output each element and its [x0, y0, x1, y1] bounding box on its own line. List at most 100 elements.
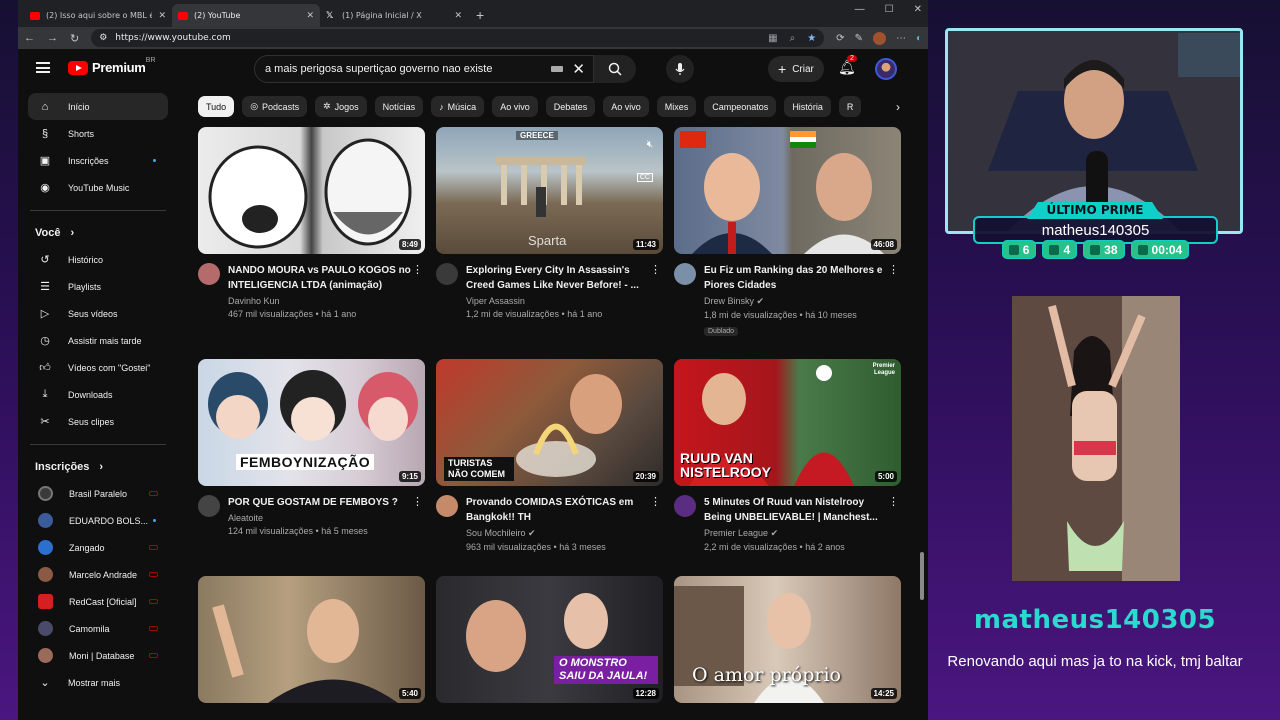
video-thumbnail[interactable]: 8:49	[198, 127, 425, 254]
chip[interactable]: ✲ Jogos	[315, 96, 367, 117]
back-icon[interactable]: ←	[24, 32, 35, 44]
sidebar-item-clips[interactable]: ✂ Seus clipes	[28, 408, 168, 435]
clear-search-icon[interactable]: ✕	[572, 60, 585, 78]
sidebar-channel[interactable]: Zangado	[28, 534, 168, 561]
video-card[interactable]: GREECE Sparta 🔇︎ CC 11:43 Exploring Ever…	[436, 127, 663, 319]
forward-icon[interactable]: →	[47, 32, 58, 44]
video-card[interactable]: O MONSTRO SAIU DA JAULA! 12:28	[436, 576, 663, 703]
video-thumbnail[interactable]: 46:08	[674, 127, 901, 254]
more-options-icon[interactable]: ⋮	[888, 263, 899, 276]
channel-name[interactable]: Drew Binsky ✔	[704, 296, 889, 307]
sidebar-item-home[interactable]: ⌂ Início	[28, 93, 168, 120]
video-card[interactable]: 46:08 Eu Fiz um Ranking das 20 Melhores …	[674, 127, 901, 338]
video-thumbnail[interactable]: TURISTAS NÃO COMEM 20:39	[436, 359, 663, 486]
video-card[interactable]: RUUD VAN NISTELROOY Premier League 5:00 …	[674, 359, 901, 552]
chevron-right-icon[interactable]: ›	[888, 96, 908, 117]
more-options-icon[interactable]: ⋮	[650, 263, 661, 276]
sidebar-item-music[interactable]: ◉ YouTube Music	[28, 174, 168, 201]
sidebar-item-downloads[interactable]: ⤓ Downloads	[28, 381, 168, 408]
video-thumbnail[interactable]: O MONSTRO SAIU DA JAULA! 12:28	[436, 576, 663, 703]
chip[interactable]: História	[784, 96, 831, 117]
sidebar-item-watch-later[interactable]: ◷ Assistir mais tarde	[28, 327, 168, 354]
chip[interactable]: Tudo	[198, 96, 235, 117]
sidebar-channel[interactable]: Moni | Database	[28, 642, 168, 669]
video-title[interactable]: POR QUE GOSTAM DE FEMBOYS ?	[228, 495, 413, 510]
sidebar-item-shorts[interactable]: § Shorts	[28, 120, 168, 147]
video-card[interactable]: O amor próprio 14:25	[674, 576, 901, 703]
video-thumbnail[interactable]: O amor próprio 14:25	[674, 576, 901, 703]
channel-name[interactable]: Viper Assassin	[466, 296, 651, 306]
reload-icon[interactable]: ↻	[70, 32, 79, 45]
refresh-ext-icon[interactable]: ⟳	[836, 33, 844, 44]
video-title[interactable]: Eu Fiz um Ranking das 20 Melhores e Pior…	[704, 263, 889, 293]
bookmark-star-icon[interactable]: ★	[807, 33, 816, 44]
create-button[interactable]: + Criar	[768, 56, 824, 82]
channel-name[interactable]: Sou Mochileiro ✔	[466, 528, 651, 539]
extension-icon[interactable]: ✎	[855, 33, 863, 44]
chip[interactable]: Debates	[545, 96, 596, 117]
more-options-icon[interactable]: ⋮	[412, 263, 423, 276]
youtube-logo[interactable]: Premium BR	[68, 57, 156, 75]
chip[interactable]: Notícias	[374, 96, 424, 117]
video-title[interactable]: 5 Minutes Of Ruud van Nistelrooy Being U…	[704, 495, 889, 525]
page-scrollbar[interactable]	[920, 552, 924, 600]
video-title[interactable]: NANDO MOURA vs PAULO KOGOS no INTELIGENC…	[228, 263, 413, 293]
profile-avatar[interactable]	[872, 31, 886, 45]
sidebar-channel[interactable]: Marcelo Andrade	[28, 561, 168, 588]
chip[interactable]: Ao vivo	[603, 96, 649, 117]
sidebar-channel[interactable]: Brasil Paralelo	[28, 480, 168, 507]
menu-icon[interactable]	[36, 62, 50, 73]
video-thumbnail[interactable]: GREECE Sparta 🔇︎ CC 11:43	[436, 127, 663, 254]
captions-icon[interactable]: CC	[636, 173, 653, 182]
keyboard-icon[interactable]	[551, 66, 563, 72]
channel-avatar[interactable]	[198, 495, 220, 517]
sidebar-item-playlists[interactable]: ☰ Playlists	[28, 273, 168, 300]
sidebar-channel[interactable]: Camomila	[28, 615, 168, 642]
video-card[interactable]: 5:40	[198, 576, 425, 703]
chip[interactable]: Campeonatos	[704, 96, 777, 117]
close-icon[interactable]: ✕	[454, 11, 462, 21]
video-thumbnail[interactable]: RUUD VAN NISTELROOY Premier League 5:00	[674, 359, 901, 486]
show-more-button[interactable]: ⌄ Mostrar mais	[28, 669, 168, 696]
new-tab-icon[interactable]: +	[476, 7, 484, 23]
video-thumbnail[interactable]: 5:40	[198, 576, 425, 703]
chip[interactable]: R	[838, 96, 862, 117]
sidebar-item-subscriptions[interactable]: ▣ Inscrições	[28, 147, 168, 174]
edge-copilot-icon[interactable]: ◐	[916, 33, 922, 44]
more-options-icon[interactable]: ⋮	[650, 495, 661, 508]
sidebar-item-your-videos[interactable]: ▷ Seus vídeos	[28, 300, 168, 327]
sidebar-channel[interactable]: RedCast [Oficial]	[28, 588, 168, 615]
browser-tab[interactable]: (2) Isso aqui sobre o MBL é BRUT... ✕	[24, 4, 172, 27]
notifications-button[interactable]: 🔔︎ 2	[838, 55, 857, 76]
chip[interactable]: ♪ Música	[431, 96, 485, 117]
close-icon[interactable]: ✕	[158, 11, 166, 21]
video-title[interactable]: Exploring Every City In Assassin's Creed…	[466, 263, 651, 293]
video-thumbnail[interactable]: FEMBOYNIZAÇÃO 9:15	[198, 359, 425, 486]
video-card[interactable]: FEMBOYNIZAÇÃO 9:15 POR QUE GOSTAM DE FEM…	[198, 359, 425, 536]
channel-name[interactable]: Premier League ✔	[704, 528, 889, 539]
close-icon[interactable]: ✕	[306, 11, 314, 21]
more-options-icon[interactable]: ⋮	[888, 495, 899, 508]
channel-name[interactable]: Aleatoite	[228, 513, 413, 523]
sidebar-channel[interactable]: EDUARDO BOLS...	[28, 507, 168, 534]
channel-avatar[interactable]	[198, 263, 220, 285]
sidebar-item-history[interactable]: ↺ Histórico	[28, 246, 168, 273]
video-card[interactable]: TURISTAS NÃO COMEM 20:39 Provando COMIDA…	[436, 359, 663, 552]
chip[interactable]: Mixes	[656, 96, 697, 117]
channel-avatar[interactable]	[674, 263, 696, 285]
site-info-icon[interactable]: ⚙	[99, 33, 107, 43]
video-card[interactable]: 8:49 NANDO MOURA vs PAULO KOGOS no INTEL…	[198, 127, 425, 319]
more-options-icon[interactable]: ⋮	[412, 495, 423, 508]
search-input[interactable]: a mais perigosa supertiçao governo nao e…	[254, 55, 594, 83]
search-button[interactable]	[594, 55, 636, 83]
window-close-icon[interactable]: ✕	[914, 4, 922, 15]
address-bar[interactable]: ⚙ https://www.youtube.com ▦ ⌕ ★	[91, 29, 825, 47]
muted-icon[interactable]: 🔇︎	[647, 139, 653, 150]
reader-icon[interactable]: ▦	[768, 33, 777, 44]
channel-avatar[interactable]	[674, 495, 696, 517]
minimize-icon[interactable]: —	[855, 4, 865, 15]
menu-dots-icon[interactable]: ⋯	[896, 33, 906, 44]
sidebar-section-you[interactable]: Você ›	[18, 220, 178, 246]
account-avatar[interactable]	[875, 58, 897, 80]
sidebar-section-subscriptions[interactable]: Inscrições ›	[18, 454, 178, 480]
